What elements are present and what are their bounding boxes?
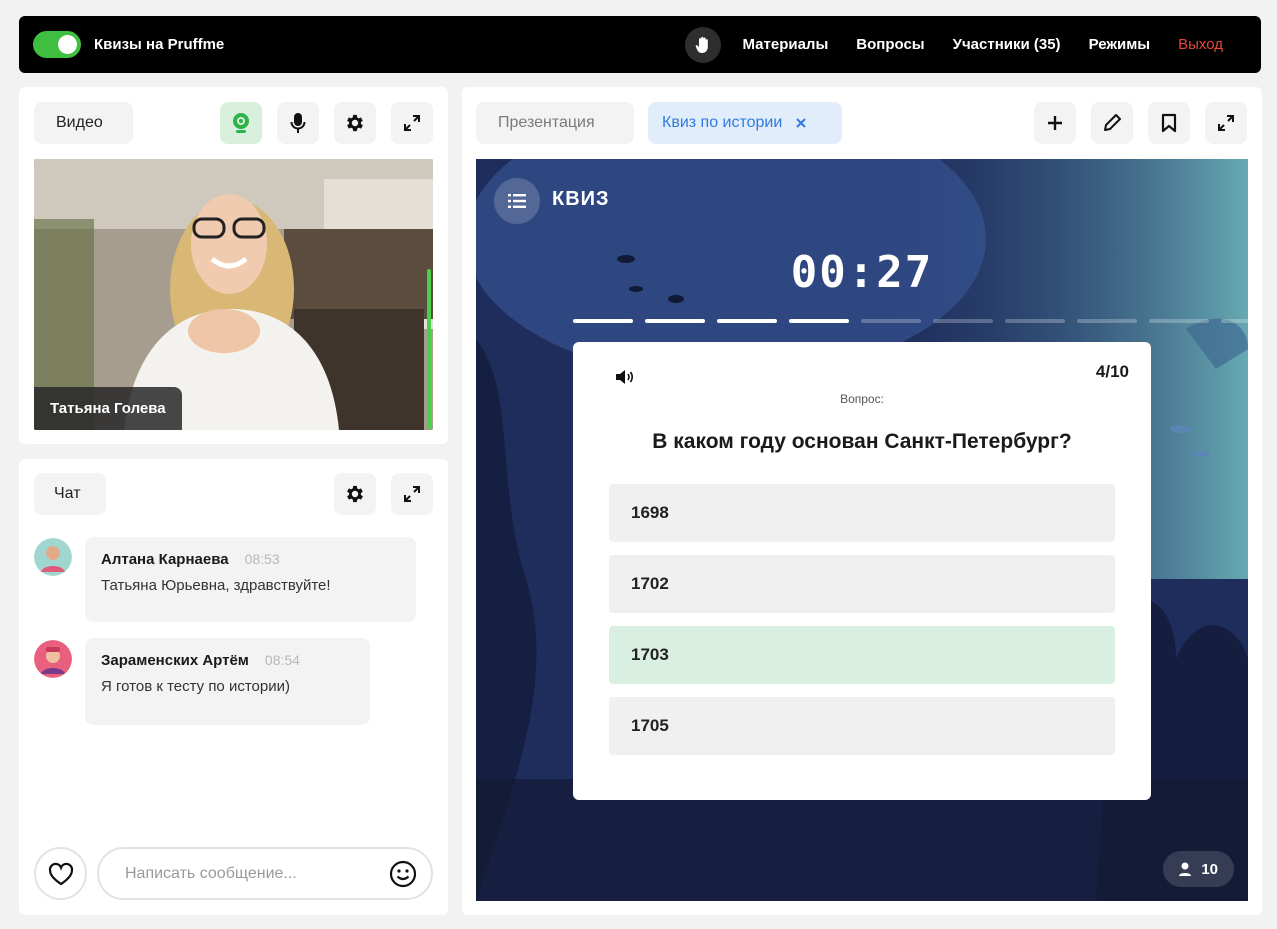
- speaker-name-tag: Татьяна Голева: [34, 387, 182, 430]
- message-author: Зараменских Артём: [101, 652, 249, 669]
- heart-icon: [48, 862, 73, 885]
- progress-segment: [1077, 319, 1137, 323]
- video-panel: Видео Татьяна Голева: [19, 87, 448, 444]
- presentation-fullscreen-button[interactable]: [1205, 102, 1247, 144]
- pencil-icon: [1104, 114, 1121, 131]
- message-text: Я готов к тесту по истории): [101, 678, 290, 695]
- message-text: Татьяна Юрьевна, здравствуйте!: [101, 577, 331, 594]
- expand-icon: [404, 486, 420, 502]
- gear-icon: [347, 485, 363, 503]
- user-icon: [1179, 862, 1192, 876]
- nav-questions[interactable]: Вопросы: [856, 36, 924, 53]
- progress-segment: [645, 319, 705, 323]
- progress-segment: [1149, 319, 1209, 323]
- message-time: 08:53: [244, 551, 280, 567]
- presentation-panel: Презентация Квиз по истории КВИЗ 00:27 4…: [462, 87, 1262, 915]
- question-caption: Вопрос:: [840, 392, 884, 406]
- microphone-icon: [290, 113, 306, 133]
- sound-icon[interactable]: [615, 369, 635, 385]
- add-button[interactable]: [1034, 102, 1076, 144]
- progress-segment: [717, 319, 777, 323]
- plus-icon: [1048, 116, 1062, 130]
- raise-hand-button[interactable]: [684, 26, 721, 63]
- nav-participants[interactable]: Участники (35): [953, 36, 1061, 53]
- answer-option[interactable]: 1705: [609, 697, 1115, 755]
- answer-option[interactable]: 1702: [609, 555, 1115, 613]
- expand-icon: [404, 115, 420, 131]
- nav-modes[interactable]: Режимы: [1089, 36, 1151, 53]
- message-input[interactable]: [125, 864, 389, 883]
- progress-segment: [1005, 319, 1065, 323]
- expand-icon: [1218, 115, 1234, 131]
- nav-materials[interactable]: Материалы: [743, 36, 829, 53]
- video-tab[interactable]: Видео: [34, 102, 133, 144]
- progress-segment: [573, 319, 633, 323]
- list-icon: [508, 194, 526, 208]
- message-author: Алтана Карнаева: [101, 551, 229, 568]
- answer-option[interactable]: 1698: [609, 484, 1115, 542]
- emoji-icon[interactable]: [389, 860, 417, 888]
- chat-message: Зараменских Артём 08:54 Я готов к тесту п…: [85, 638, 370, 725]
- avatar: [34, 538, 72, 576]
- bookmark-button[interactable]: [1148, 102, 1190, 144]
- hand-icon: [695, 36, 708, 53]
- video-feed: Татьяна Голева: [34, 159, 433, 430]
- avatar: [34, 640, 72, 678]
- app-title: Квизы на Pruffme: [94, 36, 225, 53]
- tab-history-quiz[interactable]: Квиз по истории: [648, 102, 842, 144]
- microphone-button[interactable]: [277, 102, 319, 144]
- participants-count: 10: [1201, 860, 1218, 878]
- chat-fullscreen-button[interactable]: [391, 473, 433, 515]
- question-card: 4/10 Вопрос: В каком году основан Санкт-…: [573, 342, 1151, 800]
- like-button[interactable]: [34, 847, 87, 900]
- participants-badge: 10: [1163, 851, 1234, 887]
- progress-segment: [789, 319, 849, 323]
- draw-button[interactable]: [1091, 102, 1133, 144]
- progress-segment: [1221, 319, 1248, 323]
- quiz-menu-button[interactable]: [494, 178, 540, 224]
- webcam-icon: [233, 113, 249, 133]
- bookmark-icon: [1161, 113, 1177, 133]
- camera-button[interactable]: [220, 102, 262, 144]
- tab-presentation[interactable]: Презентация: [476, 102, 634, 144]
- chat-settings-button[interactable]: [334, 473, 376, 515]
- progress-segment: [933, 319, 993, 323]
- video-settings-button[interactable]: [334, 102, 376, 144]
- gear-icon: [347, 114, 363, 132]
- audio-level-indicator: [427, 269, 431, 429]
- answer-option[interactable]: 1703: [609, 626, 1115, 684]
- chat-tab[interactable]: Чат: [34, 473, 106, 515]
- quiz-label: КВИЗ: [552, 188, 610, 210]
- question-progress-bar: [573, 319, 1248, 323]
- avatar-image: [34, 538, 72, 576]
- avatar-image: [34, 640, 72, 678]
- question-text: В каком году основан Санкт-Петербург?: [652, 430, 1072, 453]
- progress-segment: [861, 319, 921, 323]
- quiz-screen: КВИЗ 00:27 4/10 Вопрос: В каком году осн…: [476, 159, 1248, 901]
- message-time: 08:54: [264, 652, 300, 668]
- quiz-toggle-switch[interactable]: [33, 31, 81, 58]
- tab-history-quiz-label: Квиз по истории: [662, 114, 783, 131]
- video-fullscreen-button[interactable]: [391, 102, 433, 144]
- quiz-timer: 00:27: [790, 247, 934, 298]
- top-bar: Квизы на Pruffme Материалы Вопросы Участ…: [19, 16, 1261, 73]
- chat-input-wrapper: [97, 847, 433, 900]
- exit-button[interactable]: Выход: [1178, 36, 1223, 53]
- chat-message: Алтана Карнаева 08:53 Татьяна Юрьевна, зд…: [85, 537, 416, 622]
- close-icon[interactable]: [796, 118, 807, 128]
- chat-panel: Чат Алтана Карнаева 08:53 Татьяна Юрьевна…: [19, 459, 448, 915]
- question-counter: 4/10: [1095, 362, 1129, 381]
